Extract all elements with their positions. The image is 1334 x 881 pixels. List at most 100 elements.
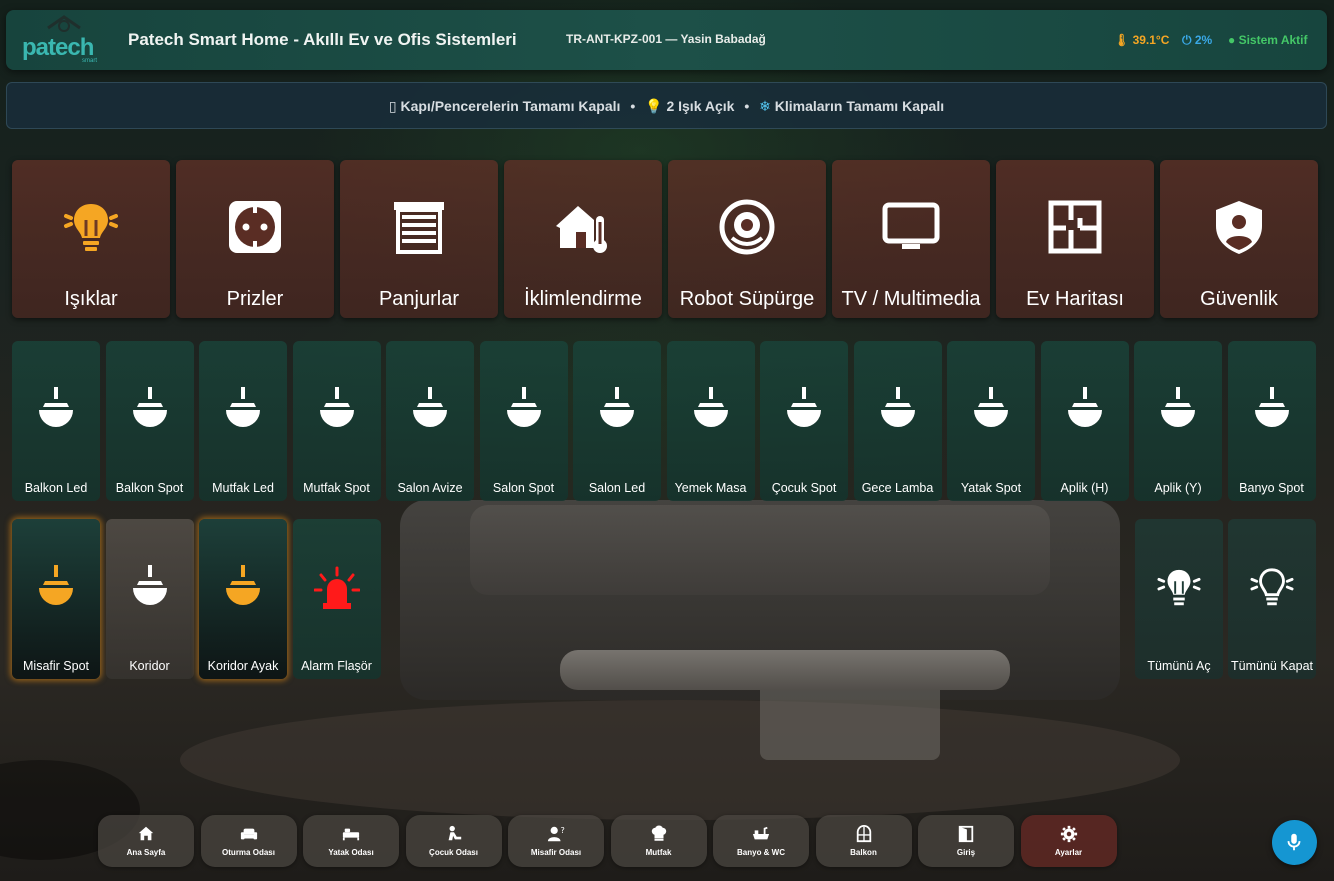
all-off-button[interactable]: Tümünü Kapat: [1228, 519, 1316, 679]
category-floor-plan[interactable]: Ev Haritası: [996, 160, 1154, 318]
light-label: Salon Avize: [397, 481, 463, 495]
all-lights-on-icon: [1157, 569, 1201, 606]
room-rug: [180, 700, 1180, 820]
home-thermometer-icon: [556, 206, 607, 253]
nav-label: Oturma Odası: [222, 848, 275, 857]
pendant-lamp-icon: [600, 387, 634, 433]
category-sockets[interactable]: Prizler: [176, 160, 334, 318]
pendant-lamp-icon: [319, 387, 354, 433]
light-tile-misafir-spot[interactable]: Misafir Spot: [12, 519, 100, 679]
light-bulb-icon: [64, 204, 118, 251]
power-readout: ⏻ 2%: [1182, 33, 1212, 48]
power-icon: ⏻: [1182, 33, 1192, 47]
pendant-lamp-icon: [39, 565, 73, 611]
light-tile-balkon-spot[interactable]: Balkon Spot: [105, 341, 194, 501]
entrance-door-icon: [956, 825, 976, 843]
system-status: ● Sistem Aktif: [1228, 33, 1308, 47]
light-tile-yemek-masa[interactable]: Yemek Masa: [666, 341, 755, 501]
socket-icon: [229, 201, 281, 253]
light-tile-balkon-led[interactable]: Balkon Led: [12, 341, 100, 501]
all-on-label: Tümünü Aç: [1147, 659, 1211, 673]
pendant-lamp-icon: [787, 387, 821, 433]
pendant-lamp-icon: [132, 387, 167, 433]
nav-yatak-odas[interactable]: Yatak Odası: [303, 815, 399, 867]
light-tile-ocuk-spot[interactable]: Çocuk Spot: [760, 341, 848, 501]
pendant-lamp-icon: [693, 387, 728, 433]
category-robot-vacuum[interactable]: Robot Süpürge: [668, 160, 826, 318]
balcony-door-icon: [854, 825, 874, 843]
nav-giri[interactable]: Giriş: [918, 815, 1014, 867]
logo-subtext: smart: [82, 58, 97, 64]
light-tile-mutfak-led[interactable]: Mutfak Led: [199, 341, 287, 501]
nav-label: Balkon: [850, 848, 877, 857]
sofa-icon: [239, 825, 259, 843]
light-tile-alarm-fla-r[interactable]: Alarm Flaşör: [292, 519, 381, 679]
category-shutters[interactable]: Panjurlar: [340, 160, 498, 318]
nav-oturma-odas[interactable]: Oturma Odası: [200, 815, 297, 867]
tv-icon: [882, 202, 940, 249]
bed-icon: [341, 825, 361, 843]
temperature-readout: 🌡 39.1°C: [1114, 33, 1169, 47]
light-label: Gece Lamba: [861, 481, 934, 495]
pendant-lamp-icon: [974, 387, 1008, 433]
light-tile-mutfak-spot[interactable]: Mutfak Spot: [292, 341, 381, 501]
category-lights[interactable]: Işıklar: [12, 160, 170, 318]
category-label: TV / Multimedia: [841, 288, 981, 310]
pendant-lamp-icon: [1067, 387, 1102, 433]
category-label: Güvenlik: [1200, 288, 1278, 310]
light-label: Mutfak Spot: [303, 481, 370, 495]
nav-ocuk-odas[interactable]: Çocuk Odası: [405, 815, 502, 867]
guest-icon: ?: [546, 825, 566, 843]
patech-logo[interactable]: patech smart: [22, 14, 112, 66]
nav-banyo-wc[interactable]: Banyo & WC: [713, 815, 809, 867]
all-on-button[interactable]: Tümünü Aç: [1135, 519, 1223, 679]
all-lights-off-icon: [1250, 568, 1294, 606]
light-tile-salon-spot[interactable]: Salon Spot: [479, 341, 568, 501]
nav-label: Banyo & WC: [737, 848, 785, 857]
shutter-icon: [394, 202, 444, 254]
pendant-lamp-icon: [413, 387, 447, 433]
light-tile-salon-avize[interactable]: Salon Avize: [386, 341, 474, 501]
nav-ayarlar[interactable]: Ayarlar: [1020, 815, 1117, 867]
light-tile-aplik-y[interactable]: Aplik (Y): [1134, 341, 1222, 501]
pendant-lamp-icon: [1161, 387, 1195, 433]
light-tile-aplik-h[interactable]: Aplik (H): [1040, 341, 1129, 501]
category-climate[interactable]: İklimlendirme: [504, 160, 662, 318]
nav-label: Çocuk Odası: [429, 848, 478, 857]
nav-ana-sayfa[interactable]: Ana Sayfa: [98, 815, 194, 867]
light-tile-koridor-ayak[interactable]: Koridor Ayak: [199, 519, 287, 679]
category-tv[interactable]: TV / Multimedia: [832, 160, 990, 318]
category-label: Prizler: [226, 288, 284, 310]
light-label: Mutfak Led: [212, 481, 274, 495]
light-label: Çocuk Spot: [771, 481, 837, 495]
nav-balkon[interactable]: Balkon: [815, 815, 912, 867]
pendant-lamp-icon: [226, 387, 260, 433]
light-label: Aplik (Y): [1154, 481, 1202, 495]
light-tile-koridor[interactable]: Koridor: [105, 519, 194, 679]
category-label: İklimlendirme: [524, 288, 642, 310]
microphone-icon: [1287, 833, 1301, 851]
light-tile-gece-lamba[interactable]: Gece Lamba: [853, 341, 942, 501]
light-tile-salon-led[interactable]: Salon Led: [573, 341, 661, 501]
category-security[interactable]: Güvenlik: [1160, 160, 1318, 318]
light-label: Alarm Flaşör: [301, 659, 372, 673]
pendant-lamp-icon: [226, 565, 260, 611]
category-label: Panjurlar: [378, 288, 460, 310]
room-sofa-back: [470, 505, 1050, 595]
nav-mutfak[interactable]: Mutfak: [610, 815, 707, 867]
system-status-text: Sistem Aktif: [1238, 33, 1308, 47]
lights-status: 2 Işık Açık: [666, 98, 735, 114]
header-bar: patech smart Patech Smart Home - Akıllı …: [6, 10, 1327, 70]
status-summary-bar: ▯ Kapı/Pencerelerin Tamamı Kapalı • 💡 2 …: [6, 82, 1327, 129]
light-tile-yatak-spot[interactable]: Yatak Spot: [947, 341, 1035, 501]
doors-status: Kapı/Pencerelerin Tamamı Kapalı: [400, 98, 621, 114]
nav-misafir-odas[interactable]: ? Misafir Odası: [508, 815, 604, 867]
svg-text:?: ?: [561, 825, 565, 835]
light-label: Salon Led: [588, 481, 646, 495]
home-icon: [136, 825, 156, 843]
pendant-lamp-icon: [880, 387, 915, 433]
light-tile-banyo-spot[interactable]: Banyo Spot: [1227, 341, 1316, 501]
voice-assistant-button[interactable]: [1272, 820, 1317, 865]
security-shield-icon: [1216, 201, 1262, 254]
thermometer-icon: 🌡: [1114, 33, 1130, 47]
